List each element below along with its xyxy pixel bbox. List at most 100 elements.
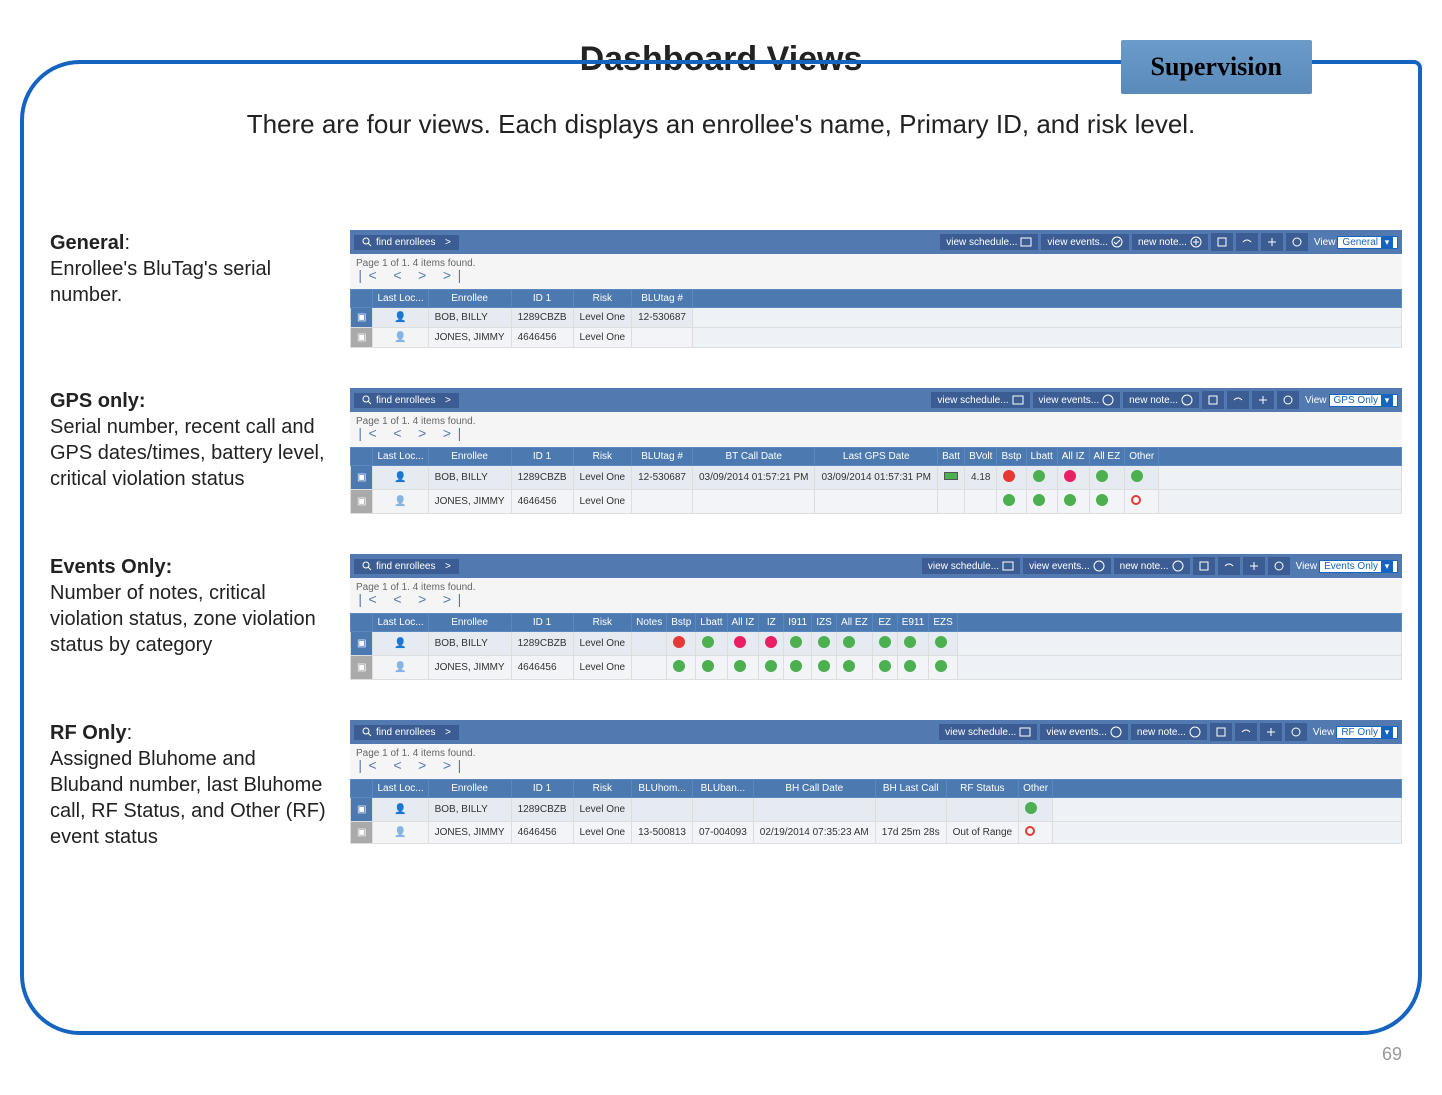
toolbar-icon-4[interactable] (1285, 723, 1307, 741)
toolbar-icon-2[interactable] (1236, 233, 1258, 251)
table-row[interactable]: ▣ 👤 BOB, BILLY 1289CBZB Level One 12-530… (351, 466, 1402, 490)
toolbar-icon-2[interactable] (1227, 391, 1249, 409)
table-header-row: Last Loc... Enrollee ID 1 Risk Notes Bst… (351, 614, 1402, 632)
view-selector[interactable]: RF Only▾ (1336, 726, 1398, 739)
toolbar-icon-4[interactable] (1277, 391, 1299, 409)
rf-desc: RF Only: Assigned Bluhome and Bluband nu… (50, 720, 350, 850)
person-icon: 👤 (373, 822, 428, 844)
page-info: Page 1 of 1. 4 items found. (350, 744, 1402, 759)
table-row[interactable]: ▣ 👤 BOB, BILLY 1289CBZB Level One (351, 632, 1402, 656)
toolbar-icon-3[interactable] (1252, 391, 1274, 409)
gps-table: Last Loc... Enrollee ID 1 Risk BLUtag # … (350, 447, 1402, 514)
status-dot (1125, 490, 1159, 514)
new-note-button[interactable]: new note... (1131, 724, 1207, 740)
table-row[interactable]: ▣ 👤 JONES, JIMMY 4646456 Level One (351, 656, 1402, 680)
view-events-button[interactable]: view events... (1041, 234, 1129, 250)
find-enrollees-button[interactable]: find enrollees > (354, 725, 459, 740)
section-gps: GPS only: Serial number, recent call and… (50, 388, 1402, 514)
row-action-icon[interactable]: ▣ (351, 490, 373, 514)
status-dot (872, 656, 897, 680)
toolbar-icon-3[interactable] (1260, 723, 1282, 741)
status-dot (696, 656, 727, 680)
toolbar-icon-3[interactable] (1261, 233, 1283, 251)
status-dot (997, 466, 1026, 490)
row-action-icon[interactable]: ▣ (351, 308, 373, 328)
view-label: View (1314, 237, 1336, 248)
content: General: Enrollee's BluTag's serial numb… (50, 230, 1402, 890)
toolbar-icon-3[interactable] (1243, 557, 1265, 575)
pager[interactable]: |< < > >| (350, 427, 1402, 447)
table-row[interactable]: ▣ 👤 JONES, JIMMY 4646456 Level One (351, 490, 1402, 514)
section-general: General: Enrollee's BluTag's serial numb… (50, 230, 1402, 348)
status-dot (1019, 798, 1053, 822)
view-events-button[interactable]: view events... (1040, 724, 1128, 740)
toolbar-icon-2[interactable] (1235, 723, 1257, 741)
general-desc-text: Enrollee's BluTag's serial number. (50, 258, 271, 306)
find-enrollees-button[interactable]: find enrollees > (354, 559, 459, 574)
view-schedule-button[interactable]: view schedule... (939, 724, 1037, 740)
battery-icon (938, 466, 965, 490)
status-dot (667, 656, 696, 680)
row-action-icon[interactable]: ▣ (351, 822, 373, 844)
row-action-icon[interactable]: ▣ (351, 466, 373, 490)
view-events-button[interactable]: view events... (1023, 558, 1111, 574)
table-row[interactable]: ▣ 👤 JONES, JIMMY 4646456 Level One 13-50… (351, 822, 1402, 844)
page-info: Page 1 of 1. 4 items found. (350, 578, 1402, 593)
row-action-icon[interactable]: ▣ (351, 656, 373, 680)
events-label: Events Only: (50, 556, 172, 578)
status-dot (1026, 490, 1057, 514)
toolbar-icon-2[interactable] (1218, 557, 1240, 575)
find-enrollees-button[interactable]: find enrollees > (354, 393, 459, 408)
view-selector[interactable]: General▾ (1337, 236, 1398, 249)
table-row[interactable]: ▣ 👤 BOB, BILLY 1289CBZB Level One 12-530… (351, 308, 1402, 328)
status-dot (897, 656, 929, 680)
toolbar: find enrollees > view schedule... view e… (350, 230, 1402, 254)
chevron-down-icon: ▾ (1381, 727, 1393, 738)
view-schedule-button[interactable]: view schedule... (931, 392, 1029, 408)
status-dot (929, 632, 957, 656)
new-note-button[interactable]: new note... (1132, 234, 1208, 250)
person-icon: 👤 (373, 490, 428, 514)
chevron-down-icon: ▾ (1381, 395, 1393, 406)
plus-circle-icon (1189, 726, 1201, 738)
pager[interactable]: |< < > >| (350, 593, 1402, 613)
new-note-button[interactable]: new note... (1123, 392, 1199, 408)
gps-shot: find enrollees > view schedule... view e… (350, 388, 1402, 514)
toolbar-icon-4[interactable] (1268, 557, 1290, 575)
toolbar: find enrollees > view schedule... view e… (350, 554, 1402, 578)
events-shot: find enrollees > view schedule... view e… (350, 554, 1402, 680)
person-icon: 👤 (373, 632, 428, 656)
supervision-badge: Supervision (1121, 40, 1313, 94)
rf-desc-text: Assigned Bluhome and Bluband number, las… (50, 748, 326, 848)
row-action-icon[interactable]: ▣ (351, 798, 373, 822)
table-header-row: Last Loc... Enrollee ID 1 Risk BLUtag # … (351, 448, 1402, 466)
row-action-icon[interactable]: ▣ (351, 328, 373, 348)
view-selector[interactable]: GPS Only▾ (1329, 394, 1398, 407)
toolbar-icon-1[interactable] (1211, 233, 1233, 251)
plus-circle-icon (1181, 394, 1193, 406)
general-desc: General: Enrollee's BluTag's serial numb… (50, 230, 350, 308)
person-icon: 👤 (373, 798, 428, 822)
table-row[interactable]: ▣ 👤 JONES, JIMMY 4646456 Level One (351, 328, 1402, 348)
view-schedule-button[interactable]: view schedule... (922, 558, 1020, 574)
table-row[interactable]: ▣ 👤 BOB, BILLY 1289CBZB Level One (351, 798, 1402, 822)
calendar-icon (1012, 394, 1024, 406)
find-enrollees-button[interactable]: find enrollees > (354, 235, 459, 250)
status-dot (1057, 466, 1089, 490)
toolbar-icon-4[interactable] (1286, 233, 1308, 251)
view-events-button[interactable]: view events... (1033, 392, 1121, 408)
toolbar-icon-1[interactable] (1202, 391, 1224, 409)
pager[interactable]: |< < > >| (350, 759, 1402, 779)
row-action-icon[interactable]: ▣ (351, 632, 373, 656)
view-schedule-button[interactable]: view schedule... (940, 234, 1038, 250)
view-selector[interactable]: Events Only▾ (1319, 560, 1398, 573)
status-dot (1019, 822, 1053, 844)
new-note-button[interactable]: new note... (1114, 558, 1190, 574)
pager[interactable]: |< < > >| (350, 269, 1402, 289)
table-header-row: Last Loc... Enrollee ID 1 Risk BLUhom...… (351, 780, 1402, 798)
status-dot (759, 632, 784, 656)
toolbar-icon-1[interactable] (1193, 557, 1215, 575)
toolbar-icon-1[interactable] (1210, 723, 1232, 741)
status-dot (696, 632, 727, 656)
table-header-row: Last Loc... Enrollee ID 1 Risk BLUtag # (351, 290, 1402, 308)
